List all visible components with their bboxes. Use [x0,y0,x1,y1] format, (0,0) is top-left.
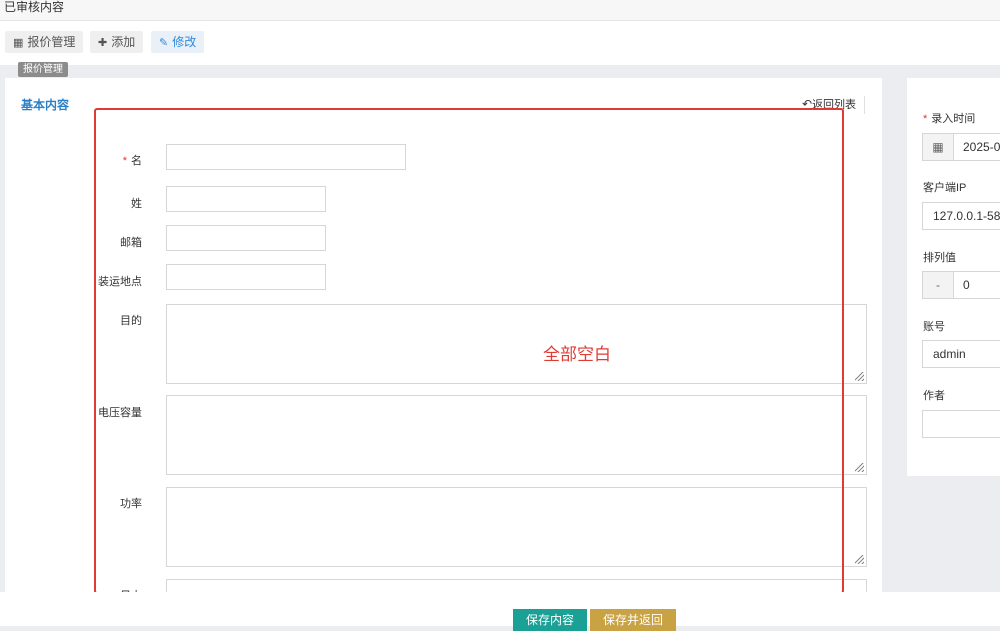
edit-label: 修改 [172,35,197,49]
sort-label: 排列值 [923,252,956,264]
edit-icon: ✎ [159,37,169,49]
footer-bar: 保存内容 保存并返回 [0,592,1000,631]
entry-time-label-text: 录入时间 [931,113,976,125]
sidebar-card: * 录入时间 ▦ 2025-0 客户端IP 127.0.0.1-58 排列值 -0 … [907,78,1000,476]
highlight-box [94,108,844,594]
required-marker: * [923,113,928,125]
account-input[interactable]: admin [922,340,1000,368]
quote-manage-label: 报价管理 [27,35,76,49]
client-ip-input[interactable]: 127.0.0.1-58 [922,202,1000,230]
save-and-return-button[interactable]: 保存并返回 [590,609,676,631]
author-input[interactable] [922,410,1000,438]
client-ip-label: 客户端IP [923,182,967,194]
tooltip: 报价管理 [18,62,68,77]
add-button[interactable]: ✚ 添加 [90,31,144,53]
top-bar: 已审核内容 [0,0,1000,21]
author-label: 作者 [923,390,945,402]
sort-stepper[interactable]: -0 [922,271,1000,299]
add-label: 添加 [111,35,136,49]
resize-grip-icon[interactable] [855,555,864,564]
section-title: 基本内容 [21,98,70,112]
account-label: 账号 [923,321,945,333]
page-title: 已审核内容 [4,0,65,14]
sort-value: 0 [963,278,970,292]
save-button[interactable]: 保存内容 [513,609,587,631]
resize-grip-icon[interactable] [855,372,864,381]
resize-grip-icon[interactable] [855,463,864,472]
calendar-icon[interactable]: ▦ [923,134,954,160]
edit-button[interactable]: ✎ 修改 [151,31,205,53]
toolbar: ▦ 报价管理 ✚ 添加 ✎ 修改 [0,21,1000,65]
highlight-annotation: 全部空白 [543,345,611,364]
decrement-button[interactable]: - [923,272,954,298]
table-icon: ▦ [13,37,24,49]
entry-time-label: * 录入时间 [923,110,975,126]
entry-time-input[interactable]: ▦ 2025-0 [922,133,1000,161]
plus-icon: ✚ [98,37,108,49]
quote-manage-button[interactable]: ▦ 报价管理 [5,31,84,53]
entry-time-value: 2025-0 [963,140,1000,154]
